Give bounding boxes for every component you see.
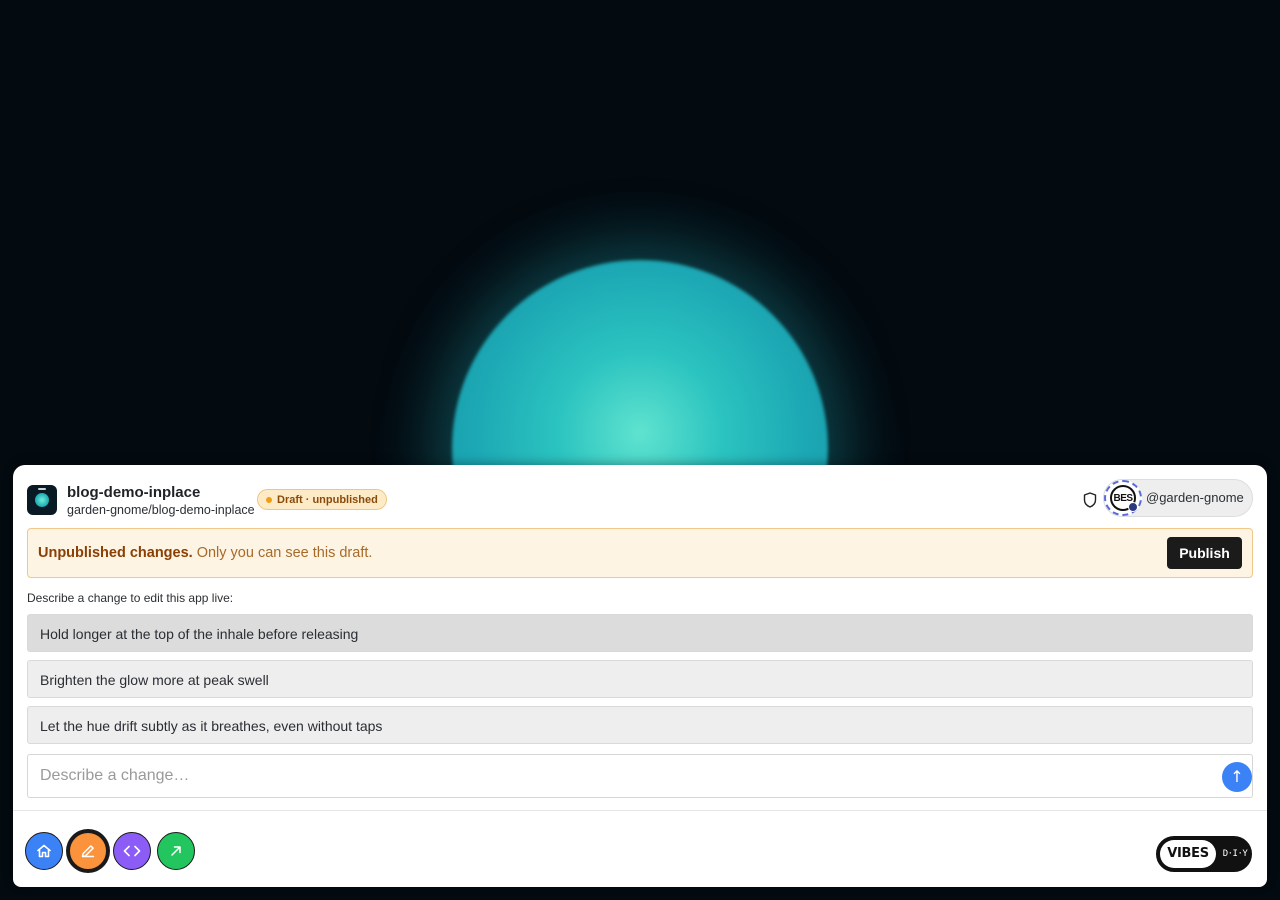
change-input-box: ↑ [27,754,1253,798]
user-menu[interactable]: BES @garden-gnome [1103,479,1253,517]
open-external-button[interactable] [157,832,195,870]
code-icon [123,845,141,857]
change-input[interactable] [40,765,1210,787]
avatar: BES [1104,480,1142,516]
edit-panel: blog-demo-inplace garden-gnome/blog-demo… [13,465,1267,887]
unpublished-notice: Unpublished changes. Only you can see th… [27,528,1253,578]
vibes-logo-right: D·I·Y [1222,849,1248,859]
describe-label: Describe a change to edit this app live: [27,591,234,605]
panel-header: blog-demo-inplace garden-gnome/blog-demo… [27,479,1253,523]
vibes-diy-logo[interactable]: VIBES D·I·Y [1156,836,1252,872]
notice-detail: Only you can see this draft. [192,545,373,561]
app-name: blog-demo-inplace [67,484,201,501]
suggestion-chip[interactable]: Let the hue drift subtly as it breathes,… [27,706,1253,744]
app-path: garden-gnome/blog-demo-inplace [67,503,255,517]
suggestion-chip[interactable]: Hold longer at the top of the inhale bef… [27,614,1253,652]
home-button[interactable] [25,832,63,870]
status-dot-icon [266,496,272,503]
code-button[interactable] [113,832,151,870]
shield-icon[interactable] [1083,492,1097,508]
edit-button[interactable] [69,832,107,870]
avatar-badge-icon [1128,502,1138,512]
notice-text: Unpublished changes. Only you can see th… [38,545,372,561]
status-badge: Draft · unpublished [257,489,387,510]
app-icon [27,485,57,515]
username: @garden-gnome [1146,490,1244,505]
home-icon [37,844,51,858]
suggestion-chip[interactable]: Brighten the glow more at peak swell [27,660,1253,698]
vibes-logo-left: VIBES [1160,840,1216,868]
divider [13,810,1267,811]
pencil-icon [81,845,95,858]
external-link-icon [171,846,181,856]
notice-bold: Unpublished changes. [38,545,193,561]
publish-button[interactable]: Publish [1167,537,1242,569]
status-badge-label: Draft · unpublished [277,493,378,506]
send-button[interactable]: ↑ [1222,762,1252,792]
